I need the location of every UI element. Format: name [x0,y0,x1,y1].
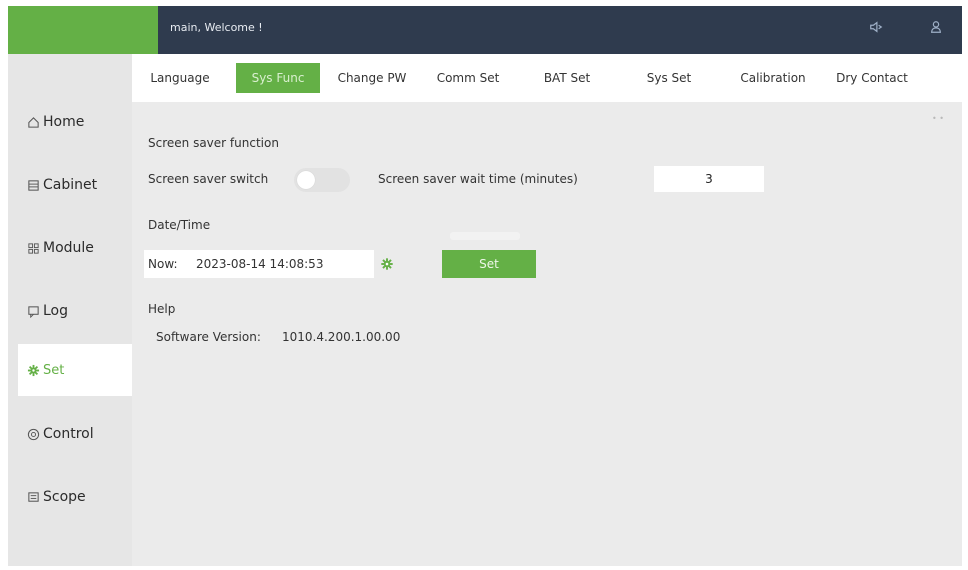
gear-icon [26,363,40,377]
sidebar-item-label: Set [43,362,65,378]
sidebar-item-cabinet[interactable]: Cabinet [18,159,132,211]
brand-block [8,6,158,54]
control-icon [26,427,40,441]
sidebar-item-label: Module [43,240,94,256]
more-dots-icon: • • [932,114,944,123]
sidebar-item-label: Scope [43,489,86,505]
sidebar-item-home[interactable]: Home [18,96,132,148]
tab-language[interactable]: Language [142,63,218,93]
datetime-title: Date/Time [148,218,211,232]
faint-highlight [450,232,520,240]
screen-saver-switch-label: Screen saver switch [148,172,269,186]
now-label: Now: [148,257,178,271]
screen-saver-toggle[interactable] [294,168,350,192]
sound-icon[interactable] [865,18,887,40]
sidebar-item-control[interactable]: Control [18,408,132,460]
wait-time-label: Screen saver wait time (minutes) [378,172,578,186]
sidebar-item-log[interactable]: Log [18,285,132,337]
tab-bat-set[interactable]: BAT Set [532,63,602,93]
tab-comm-set[interactable]: Comm Set [430,63,506,93]
wait-time-input[interactable]: 3 [654,166,764,192]
help-title: Help [148,302,176,316]
tab-change-pw[interactable]: Change PW [332,63,412,93]
tab-calibration[interactable]: Calibration [728,63,818,93]
module-icon [26,241,40,255]
sidebar-item-set[interactable]: Set [18,344,132,396]
software-version-value: 1010.4.200.1.00.00 [282,330,401,344]
tab-sys-set[interactable]: Sys Set [634,63,704,93]
sys-func-panel: • • Screen saver function Screen saver s… [132,102,962,566]
user-icon[interactable] [925,18,947,40]
sidebar-item-scope[interactable]: Scope [18,471,132,523]
toggle-knob [297,171,315,189]
cabinet-icon [26,178,40,192]
home-icon [26,115,40,129]
top-bar: main, Welcome ! [8,6,962,54]
sidebar: Home Cabinet Module Log Set Control Scop… [8,54,132,566]
datetime-value: 2023-08-14 14:08:53 [196,257,324,271]
sidebar-item-label: Log [43,303,69,319]
software-version-label: Software Version: [156,330,261,344]
sidebar-item-label: Home [43,114,85,130]
screen-saver-title: Screen saver function [148,136,279,150]
scope-icon [26,490,40,504]
datetime-field[interactable]: Now: 2023-08-14 14:08:53 [144,250,374,278]
tab-dry-contact[interactable]: Dry Contact [820,63,924,93]
app-screen: main, Welcome ! Home Cabinet Module Log … [8,6,962,566]
sidebar-item-label: Cabinet [43,177,98,193]
sidebar-item-module[interactable]: Module [18,222,132,274]
settings-tab-bar: Language Sys Func Change PW Comm Set BAT… [132,54,962,102]
log-icon [26,304,40,318]
settings-gear-icon[interactable] [380,256,396,272]
welcome-text: main, Welcome ! [170,21,263,34]
tab-sys-func[interactable]: Sys Func [236,63,320,93]
sidebar-item-label: Control [43,426,94,442]
set-datetime-button[interactable]: Set [442,250,536,278]
